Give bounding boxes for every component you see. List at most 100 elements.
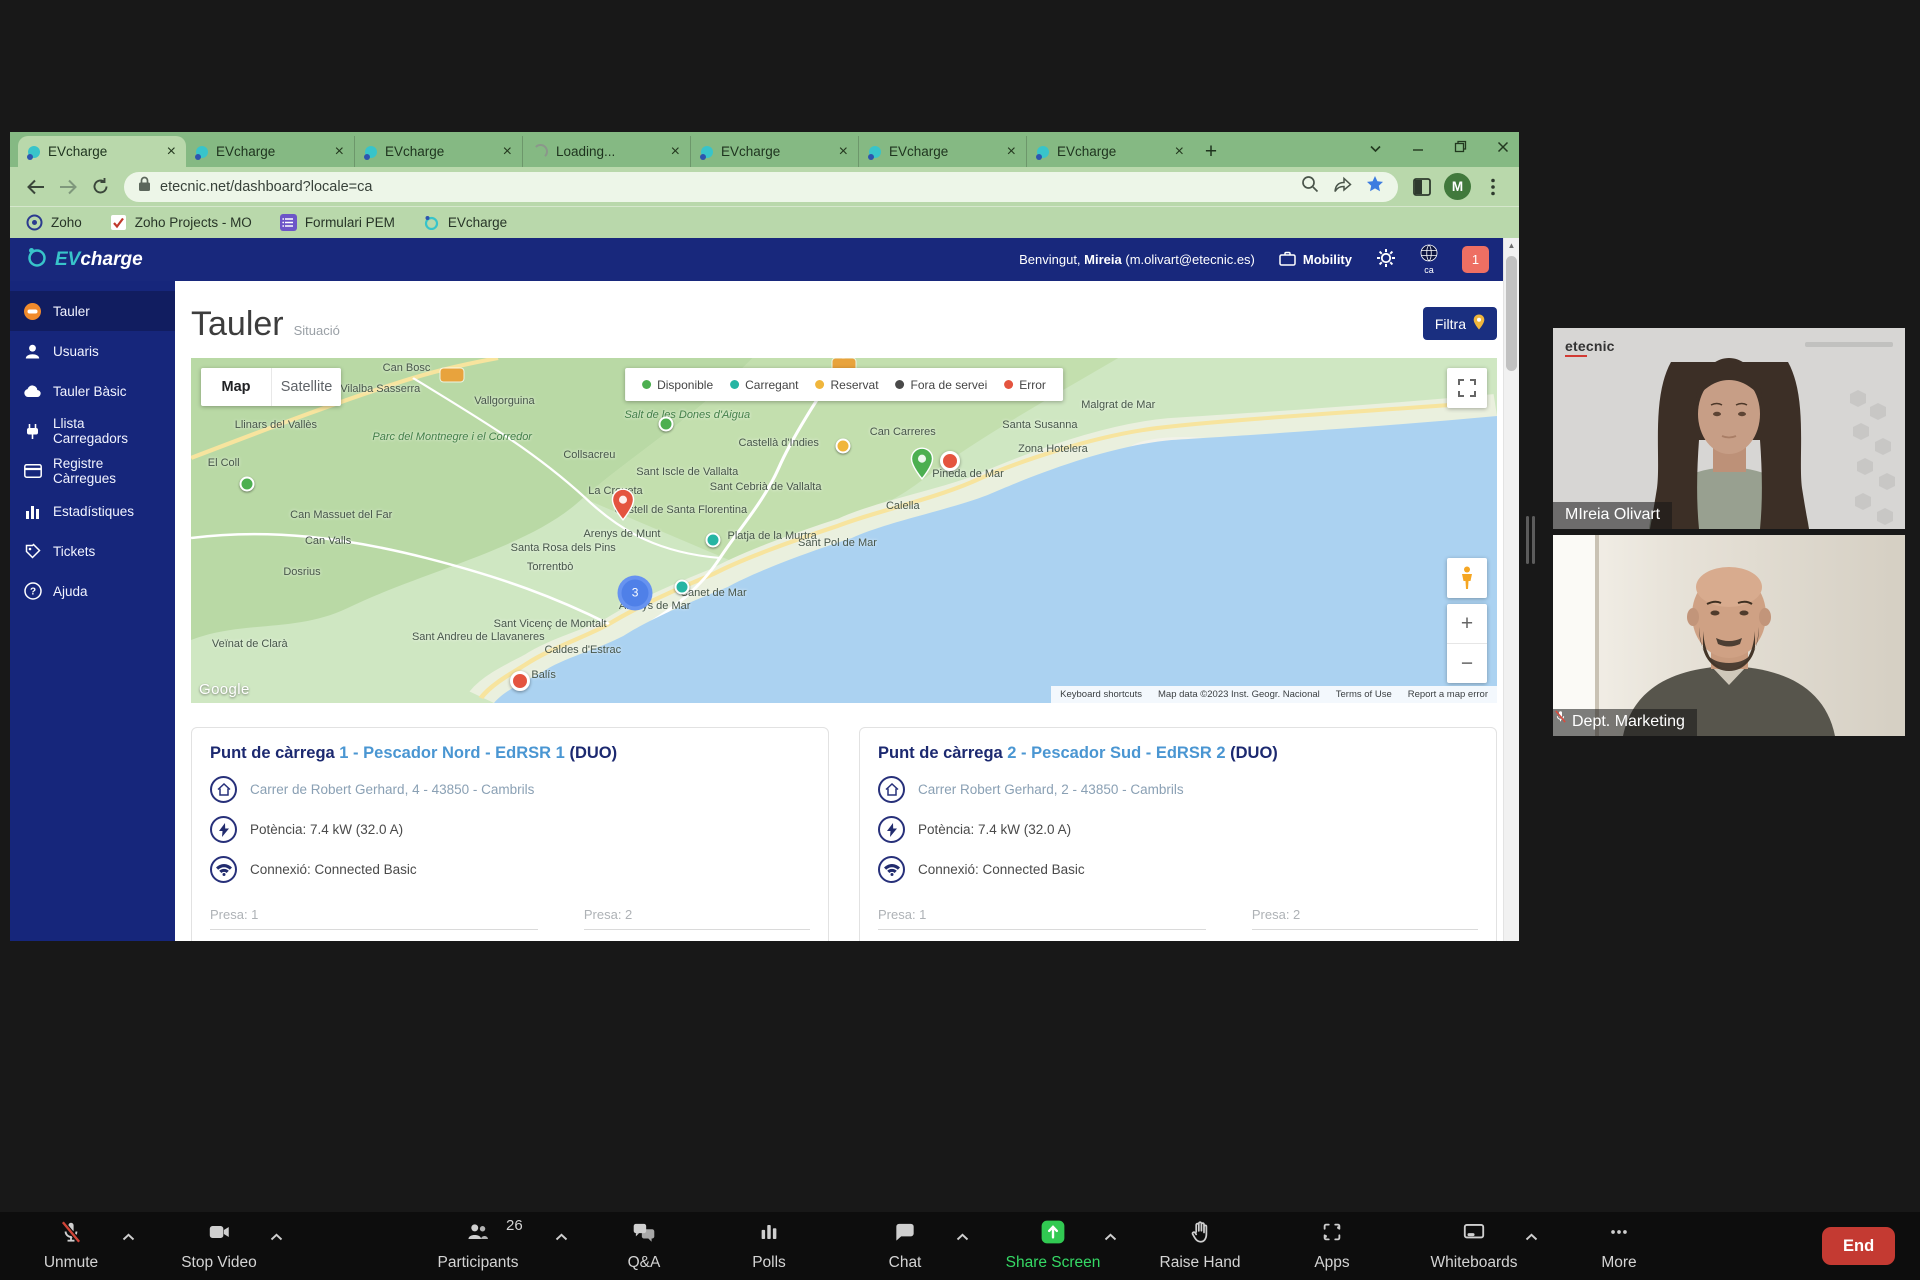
bookmark-star-icon[interactable] xyxy=(1366,175,1384,198)
map-marker-circle[interactable] xyxy=(510,671,530,691)
close-window-icon[interactable] xyxy=(1497,140,1509,158)
tab-close-icon[interactable]: × xyxy=(503,144,512,160)
notification-badge[interactable]: 1 xyxy=(1462,246,1489,273)
scrollbar-up-arrow[interactable]: ▲ xyxy=(1504,238,1519,253)
settings-gear-icon[interactable] xyxy=(1376,248,1396,271)
minimize-icon[interactable] xyxy=(1412,140,1424,158)
charge-point-link[interactable]: 2 - Pescador Sud - EdRSR 2 xyxy=(1007,744,1225,762)
participant-2-video xyxy=(1553,535,1905,736)
video-tile-2[interactable]: Dept. Marketing xyxy=(1553,535,1905,736)
page-scrollbar[interactable]: ▲ xyxy=(1503,238,1519,941)
card-icon xyxy=(23,462,42,481)
browser-tab[interactable]: EVcharge × xyxy=(18,136,186,167)
map-marker-cluster[interactable]: 3 xyxy=(618,575,653,610)
zoom-page-icon[interactable] xyxy=(1301,175,1319,198)
bookmark-item[interactable]: EVcharge xyxy=(423,214,507,231)
forward-button[interactable] xyxy=(52,171,84,203)
zoom-out-button[interactable]: − xyxy=(1447,644,1487,683)
tab-close-icon[interactable]: × xyxy=(671,144,680,160)
chevron-up-icon[interactable] xyxy=(1103,1229,1118,1247)
map-marker-dot[interactable] xyxy=(240,476,255,491)
map-marker-circle[interactable] xyxy=(940,451,960,471)
google-map[interactable]: Can BoscVilalba SasserraVallgorguinaLlin… xyxy=(191,358,1497,703)
chevron-up-icon[interactable] xyxy=(1524,1229,1539,1247)
mobility-menu[interactable]: Mobility xyxy=(1279,251,1352,269)
map-marker-dot[interactable] xyxy=(675,579,690,594)
map-place-label: Collsacreu xyxy=(563,449,615,461)
map-marker-pin[interactable] xyxy=(612,488,635,526)
tab-close-icon[interactable]: × xyxy=(1175,144,1184,160)
browser-tab[interactable]: EVcharge × xyxy=(354,136,522,167)
attribution-link[interactable]: Terms of Use xyxy=(1336,689,1392,700)
tab-close-icon[interactable]: × xyxy=(839,144,848,160)
fullscreen-button[interactable] xyxy=(1447,368,1487,408)
toolbar-more[interactable]: More xyxy=(1544,1219,1694,1272)
attribution-link[interactable]: Map data ©2023 Inst. Geogr. Nacional xyxy=(1158,689,1320,700)
back-button[interactable] xyxy=(20,171,52,203)
map-marker-dot[interactable] xyxy=(835,438,850,453)
reload-button[interactable] xyxy=(84,171,116,203)
map-type-map-button[interactable]: Map xyxy=(201,368,271,406)
chevron-up-icon[interactable] xyxy=(955,1229,970,1247)
toolbar-label: Whiteboards xyxy=(1430,1254,1517,1272)
sidebar-item-estad-stiques[interactable]: Estadístiques xyxy=(10,491,175,531)
tab-close-icon[interactable]: × xyxy=(335,144,344,160)
sidebar-item-tauler-b-sic[interactable]: Tauler Bàsic xyxy=(10,371,175,411)
map-marker-pin[interactable] xyxy=(911,447,934,485)
sidebar-item-llista-carregadors[interactable]: Llista Carregadors xyxy=(10,411,175,451)
map-marker-dot[interactable] xyxy=(659,416,674,431)
bookmark-item[interactable]: Zoho Projects - MO xyxy=(110,214,252,231)
map-place-label: Can Massuet del Far xyxy=(290,509,392,521)
address-bar[interactable]: etecnic.net/dashboard?locale=ca xyxy=(124,172,1398,202)
status-dot-icon xyxy=(730,380,739,389)
chevron-up-icon[interactable] xyxy=(269,1229,284,1247)
video-tile-1[interactable]: etecnic MIreia Olivart xyxy=(1553,328,1905,529)
user-icon xyxy=(23,342,42,361)
toolbar-polls[interactable]: Polls xyxy=(694,1219,844,1272)
sidebar-item-usuaris[interactable]: Usuaris xyxy=(10,331,175,371)
toolbar-raise-hand[interactable]: Raise Hand xyxy=(1125,1219,1275,1272)
ticket-icon xyxy=(23,542,42,561)
bookmark-item[interactable]: Zoho xyxy=(26,214,82,231)
sidebar-item-registre-c-rregues[interactable]: Registre Càrregues xyxy=(10,451,175,491)
map-marker-dot[interactable] xyxy=(706,533,721,548)
map-type-satellite-button[interactable]: Satellite xyxy=(271,368,341,406)
browser-tab[interactable]: EVcharge × xyxy=(858,136,1026,167)
profile-avatar[interactable]: M xyxy=(1444,173,1471,200)
chrome-browser-window: EVcharge × EVcharge × EVcharge × Loading… xyxy=(10,132,1519,941)
chevron-up-icon[interactable] xyxy=(121,1229,136,1247)
bookmark-item[interactable]: Formulari PEM xyxy=(280,214,395,231)
attribution-link[interactable]: Keyboard shortcuts xyxy=(1060,689,1142,700)
end-meeting-button[interactable]: End xyxy=(1822,1227,1895,1265)
scrollbar-thumb[interactable] xyxy=(1506,256,1517,371)
share-page-icon[interactable] xyxy=(1333,176,1352,198)
split-handle[interactable] xyxy=(1526,516,1535,564)
attribution-link[interactable]: Report a map error xyxy=(1408,689,1488,700)
language-selector[interactable]: ca xyxy=(1420,244,1438,275)
tab-close-icon[interactable]: × xyxy=(167,144,176,160)
new-tab-button[interactable]: + xyxy=(1194,136,1228,167)
outlet-label: Presa: 2 xyxy=(584,907,810,930)
tab-close-icon[interactable]: × xyxy=(1007,144,1016,160)
chevron-down-icon[interactable] xyxy=(1369,140,1382,158)
help-icon: ? xyxy=(23,582,42,601)
browser-tab[interactable]: EVcharge × xyxy=(1026,136,1194,167)
pegman-button[interactable] xyxy=(1447,558,1487,598)
filter-button[interactable]: Filtra xyxy=(1423,307,1497,340)
evcharge-logo[interactable]: EVcharge xyxy=(26,246,143,274)
browser-tab[interactable]: Loading... × xyxy=(522,136,690,167)
zoom-in-button[interactable]: + xyxy=(1447,604,1487,644)
sidebar-item-label: Tauler xyxy=(53,304,90,319)
browser-tab[interactable]: EVcharge × xyxy=(690,136,858,167)
sidebar-item-tickets[interactable]: Tickets xyxy=(10,531,175,571)
browser-tab[interactable]: EVcharge × xyxy=(186,136,354,167)
side-panel-icon[interactable] xyxy=(1406,171,1438,203)
sidebar-item-tauler[interactable]: Tauler xyxy=(10,291,175,331)
chevron-up-icon[interactable] xyxy=(554,1229,569,1247)
menu-kebab-icon[interactable] xyxy=(1477,171,1509,203)
toolbar-apps[interactable]: Apps xyxy=(1257,1219,1407,1272)
sidebar-item-ajuda[interactable]: ? Ajuda xyxy=(10,571,175,611)
charge-point-link[interactable]: 1 - Pescador Nord - EdRSR 1 xyxy=(339,744,565,762)
toolbar-participants[interactable]: Participants xyxy=(403,1219,553,1272)
restore-icon[interactable] xyxy=(1454,140,1467,158)
